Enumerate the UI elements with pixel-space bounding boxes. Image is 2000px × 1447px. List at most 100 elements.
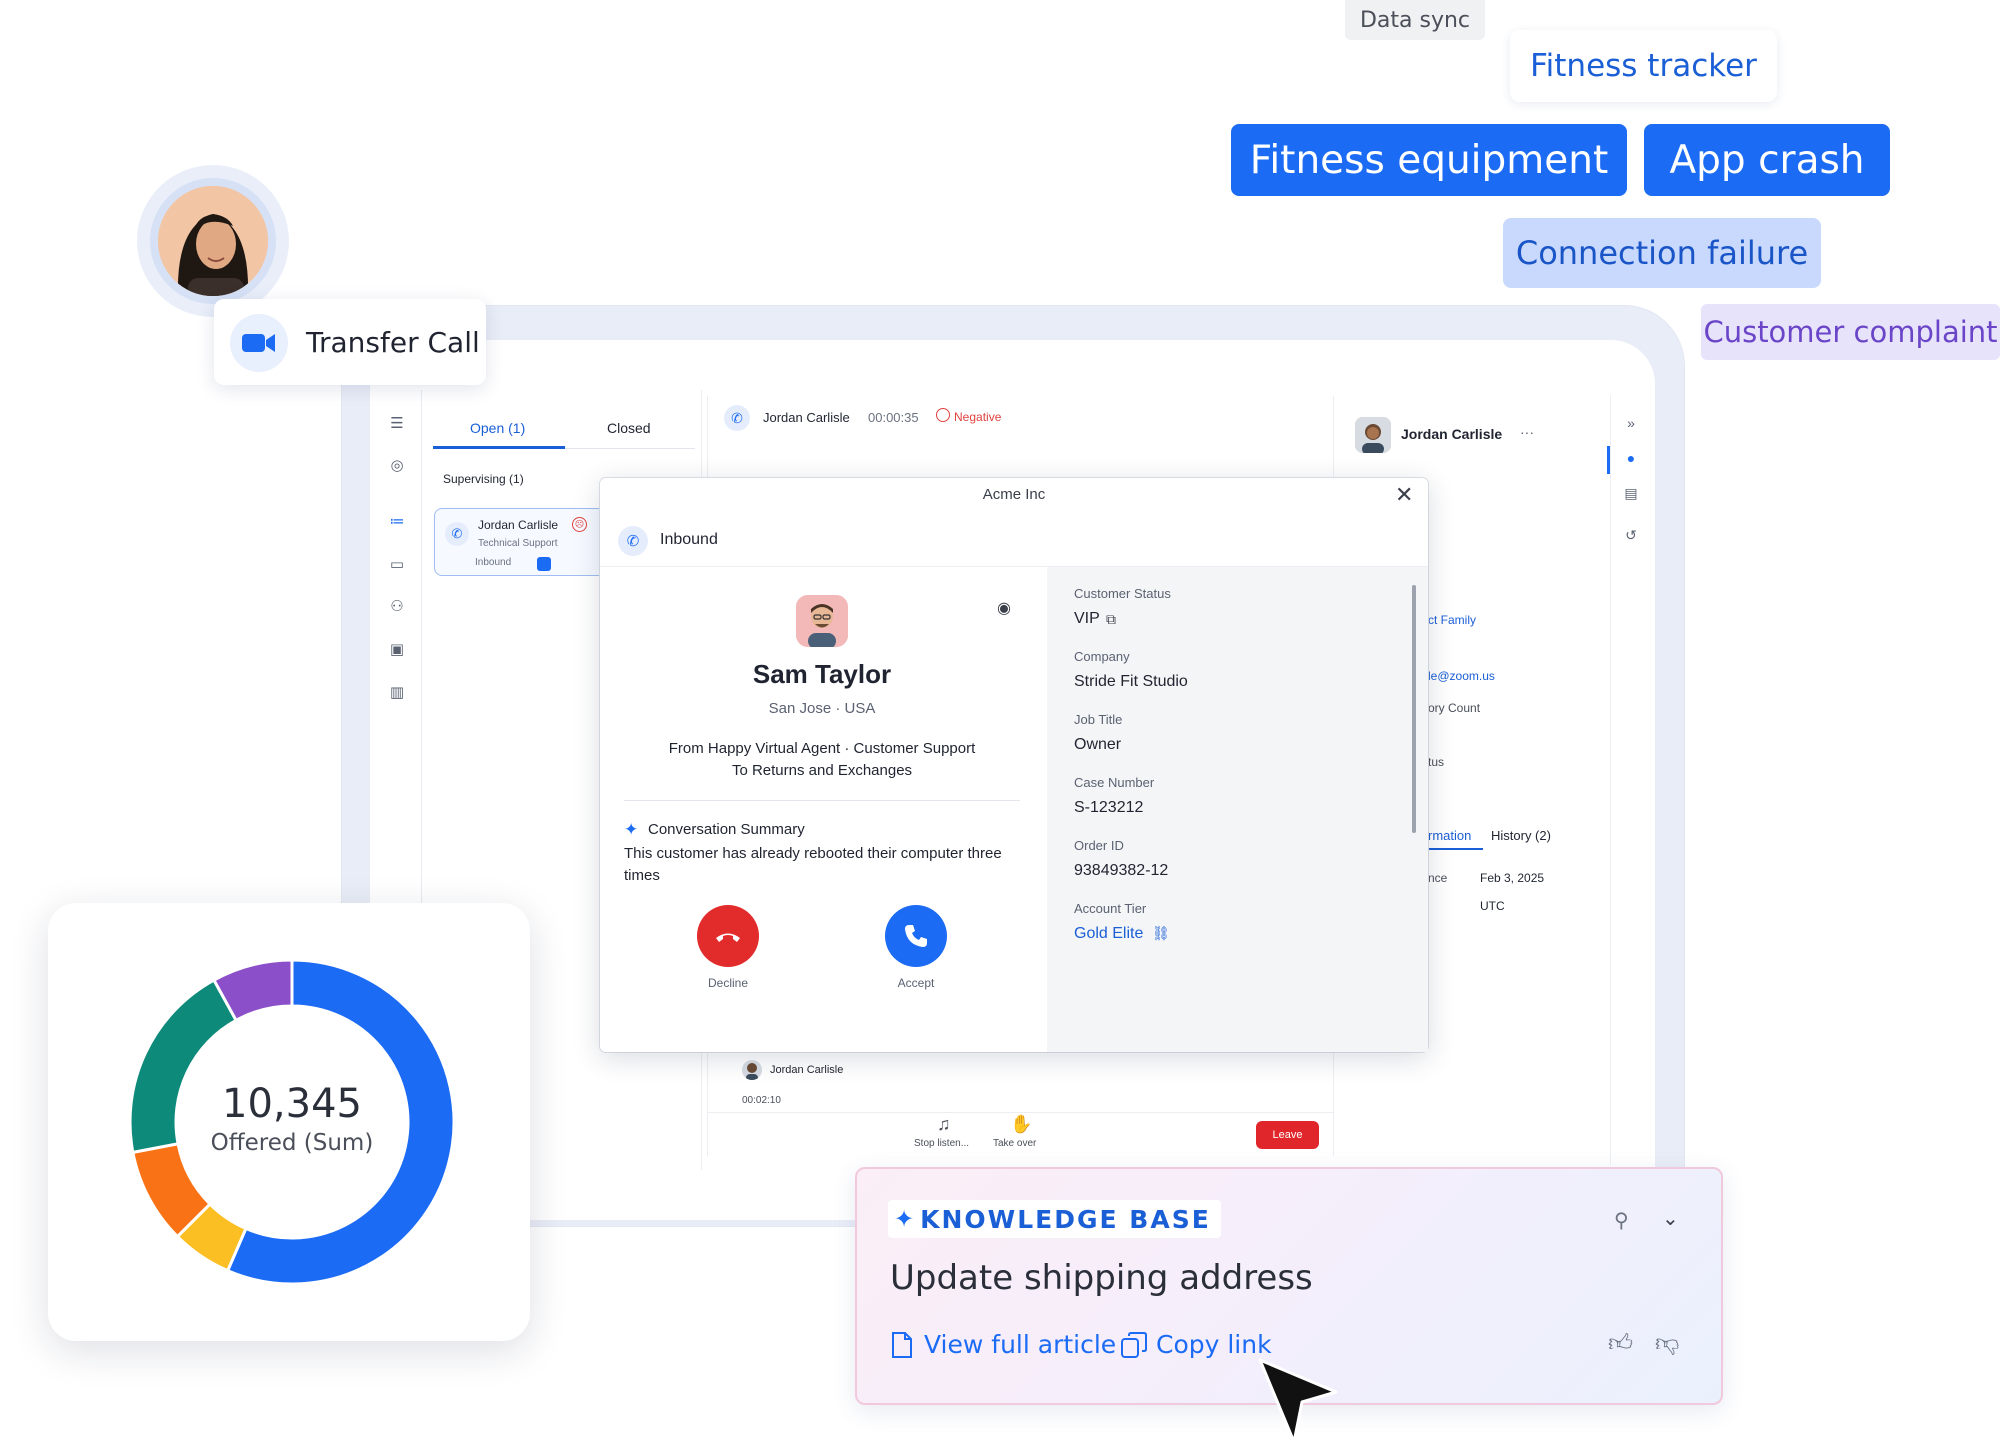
avatar xyxy=(742,1060,762,1080)
ai-sparkle-icon: ✦ xyxy=(894,1205,915,1233)
call-direction: Inbound xyxy=(660,531,718,548)
thumbs-up-icon[interactable]: 👍︎ xyxy=(1608,1330,1633,1358)
tab-active-indicator xyxy=(1428,848,1483,850)
customer-name: Jordan Carlisle xyxy=(1401,426,1503,442)
channel-badge-icon xyxy=(537,557,551,571)
conversation-name: Jordan Carlisle xyxy=(478,518,559,532)
rail-active-indicator xyxy=(1607,446,1610,474)
link-icon[interactable]: ⛓ xyxy=(1152,925,1170,942)
copy-icon[interactable]: ⧉ xyxy=(1106,611,1116,628)
field-label-case-number: Case Number xyxy=(1074,775,1155,790)
profile-icon[interactable]: ● xyxy=(1622,450,1640,468)
more-options-icon[interactable]: ··· xyxy=(1520,424,1534,440)
headset-icon[interactable]: ◎ xyxy=(388,457,406,475)
panel-fragment: tus xyxy=(1428,755,1445,769)
copy-link-label: Copy link xyxy=(1156,1330,1272,1359)
field-value-account-tier[interactable]: Gold Elite xyxy=(1074,925,1143,943)
conversation-direction: Inbound xyxy=(475,557,512,568)
eye-icon[interactable]: ◉ xyxy=(997,598,1011,618)
field-label-job-title: Job Title xyxy=(1074,712,1123,727)
avatar xyxy=(1355,417,1391,453)
expand-icon[interactable]: » xyxy=(1622,415,1640,433)
pin-icon[interactable]: ⚲ xyxy=(1614,1208,1629,1233)
participant-name: Jordan Carlisle xyxy=(770,1064,844,1076)
phone-icon: ✆ xyxy=(618,526,648,556)
chevron-down-icon[interactable]: ⌄ xyxy=(1662,1206,1679,1231)
modal-title: Acme Inc xyxy=(982,486,1046,503)
divider xyxy=(624,800,1020,801)
panel-rail xyxy=(1610,395,1654,1165)
tab-closed[interactable]: Closed xyxy=(607,420,651,436)
accept-button[interactable] xyxy=(885,905,947,967)
ai-sparkle-icon: ✦ xyxy=(624,820,639,839)
notes-icon[interactable]: ▤ xyxy=(1622,485,1640,503)
field-value-job-title: Owner xyxy=(1074,736,1122,753)
take-over-button[interactable]: Take over xyxy=(993,1138,1036,1149)
phone-icon: ✆ xyxy=(445,522,469,546)
leave-button[interactable]: Leave xyxy=(1256,1121,1319,1149)
negative-sentiment-icon: ☹ xyxy=(572,517,587,532)
caller-location: San Jose · USA xyxy=(768,700,876,717)
call-duration: 00:00:35 xyxy=(868,410,919,425)
tab-information[interactable]: rmation xyxy=(1428,828,1471,843)
participant-time: 00:02:10 xyxy=(742,1095,781,1106)
field-label-order-id: Order ID xyxy=(1074,838,1124,853)
document-icon xyxy=(892,1331,912,1358)
field-label-account-tier: Account Tier xyxy=(1074,901,1147,916)
agent-avatar xyxy=(158,186,268,296)
panel-timezone: UTC xyxy=(1480,899,1505,913)
contacts-icon[interactable]: ▣ xyxy=(388,641,406,659)
tag-fitness-equipment[interactable]: Fitness equipment xyxy=(1231,124,1627,196)
section-supervising: Supervising (1) xyxy=(443,472,524,486)
copy-icon xyxy=(1121,1331,1147,1358)
view-full-article-link[interactable]: View full article xyxy=(890,1330,1116,1359)
panel-fragment: ory Count xyxy=(1428,701,1481,715)
tab-open[interactable]: Open (1) xyxy=(470,420,525,436)
tag-customer-complaint[interactable]: Customer complaint xyxy=(1701,304,2000,360)
hand-icon[interactable]: ✋ xyxy=(1010,1114,1032,1135)
knowledge-base-tag: ✦ KNOWLEDGE BASE xyxy=(888,1200,1221,1238)
tag-fitness-tracker[interactable]: Fitness tracker xyxy=(1510,30,1777,102)
inbox-icon[interactable]: ▭ xyxy=(388,556,406,574)
caller-avatar xyxy=(796,595,848,647)
article-heading: Update shipping address xyxy=(890,1258,1313,1298)
knowledge-base-title: KNOWLEDGE BASE xyxy=(920,1204,1211,1234)
thumbs-down-icon[interactable]: 👎︎ xyxy=(1655,1330,1679,1358)
field-value-order-id: 93849382-12 xyxy=(1074,862,1169,879)
panel-date: Feb 3, 2025 xyxy=(1480,871,1545,885)
tab-history[interactable]: History (2) xyxy=(1491,828,1551,843)
sentiment-label: Negative xyxy=(954,410,1002,424)
hang-up-icon xyxy=(716,933,740,942)
copy-link-button[interactable]: Copy link xyxy=(1120,1330,1272,1359)
decline-button[interactable] xyxy=(697,905,759,967)
field-label-company: Company xyxy=(1074,649,1130,664)
stop-listen-button[interactable]: Stop listen... xyxy=(914,1138,969,1149)
analytics-icon[interactable]: ▥ xyxy=(388,684,406,702)
scrollbar[interactable] xyxy=(1412,585,1416,833)
tab-active-indicator xyxy=(433,446,565,449)
accept-label: Accept xyxy=(897,976,935,990)
panel-fragment: nce xyxy=(1428,871,1448,885)
view-full-article-label: View full article xyxy=(924,1330,1117,1359)
call-destination: To Returns and Exchanges xyxy=(731,762,913,779)
tag-app-crash[interactable]: App crash xyxy=(1644,124,1890,196)
tag-connection-failure[interactable]: Connection failure xyxy=(1503,218,1821,288)
field-value-customer-status: VIP xyxy=(1074,610,1100,627)
close-icon[interactable]: ✕ xyxy=(1395,482,1413,508)
caller-name: Sam Taylor xyxy=(752,659,892,689)
decline-label: Decline xyxy=(707,976,749,990)
summary-title: Conversation Summary xyxy=(648,821,805,838)
menu-icon[interactable]: ☰ xyxy=(388,415,406,433)
users-icon[interactable]: ⚇ xyxy=(388,598,406,616)
ear-icon[interactable]: ♫ xyxy=(937,1114,951,1135)
field-label-customer-status: Customer Status xyxy=(1074,586,1171,601)
donut-total: 10,345 xyxy=(222,1081,362,1127)
tag-data-sync[interactable]: Data sync xyxy=(1345,0,1485,40)
field-value-case-number: S-123212 xyxy=(1074,799,1144,816)
phone-icon xyxy=(905,925,927,947)
call-source: From Happy Virtual Agent · Customer Supp… xyxy=(668,740,976,757)
history-icon[interactable]: ↺ xyxy=(1622,527,1640,545)
queue-list-icon[interactable]: ≔ xyxy=(388,513,406,531)
video-camera-icon xyxy=(230,314,288,372)
conversation-team: Technical Support xyxy=(478,538,558,549)
